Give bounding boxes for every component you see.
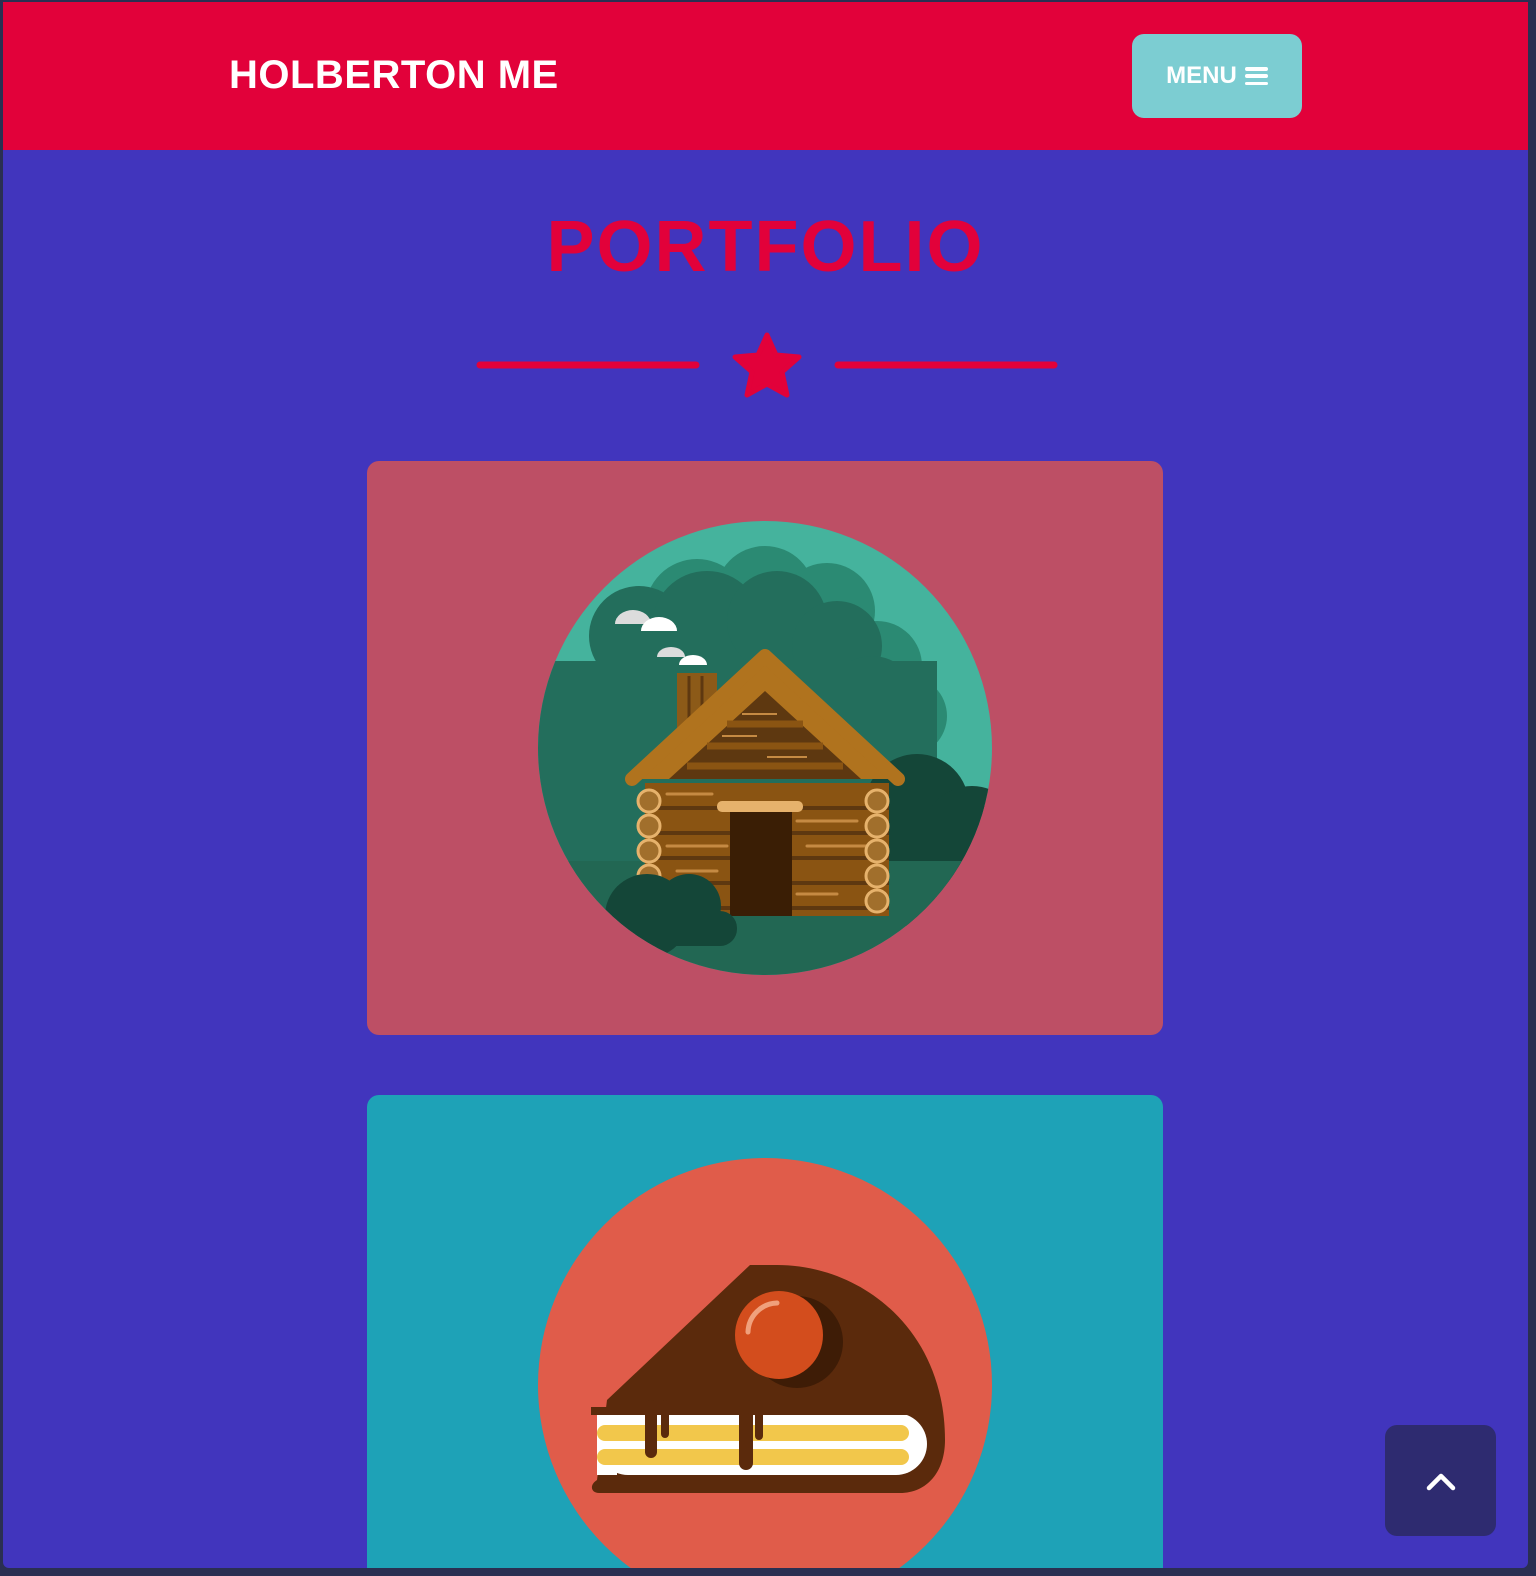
brand-logo[interactable]: HOLBERTON ME	[229, 51, 559, 99]
portfolio-item-cake[interactable]	[367, 1095, 1163, 1568]
menu-button[interactable]: MENU	[1132, 34, 1302, 118]
scroll-to-top-button[interactable]	[1385, 1425, 1496, 1536]
chevron-up-icon	[1426, 1473, 1455, 1490]
portfolio-item-cabin[interactable]	[367, 461, 1163, 1035]
page: HOLBERTON ME MENU PORTFOLIO	[3, 2, 1528, 1568]
navbar: HOLBERTON ME MENU	[3, 2, 1528, 150]
star-icon	[732, 332, 802, 398]
portfolio-title: PORTFOLIO	[546, 207, 985, 287]
title-divider	[476, 332, 1058, 398]
cake-slice-illustration	[538, 1158, 992, 1568]
hamburger-icon	[1244, 67, 1268, 85]
log-cabin-illustration	[538, 521, 992, 975]
menu-button-label: MENU	[1166, 62, 1237, 89]
